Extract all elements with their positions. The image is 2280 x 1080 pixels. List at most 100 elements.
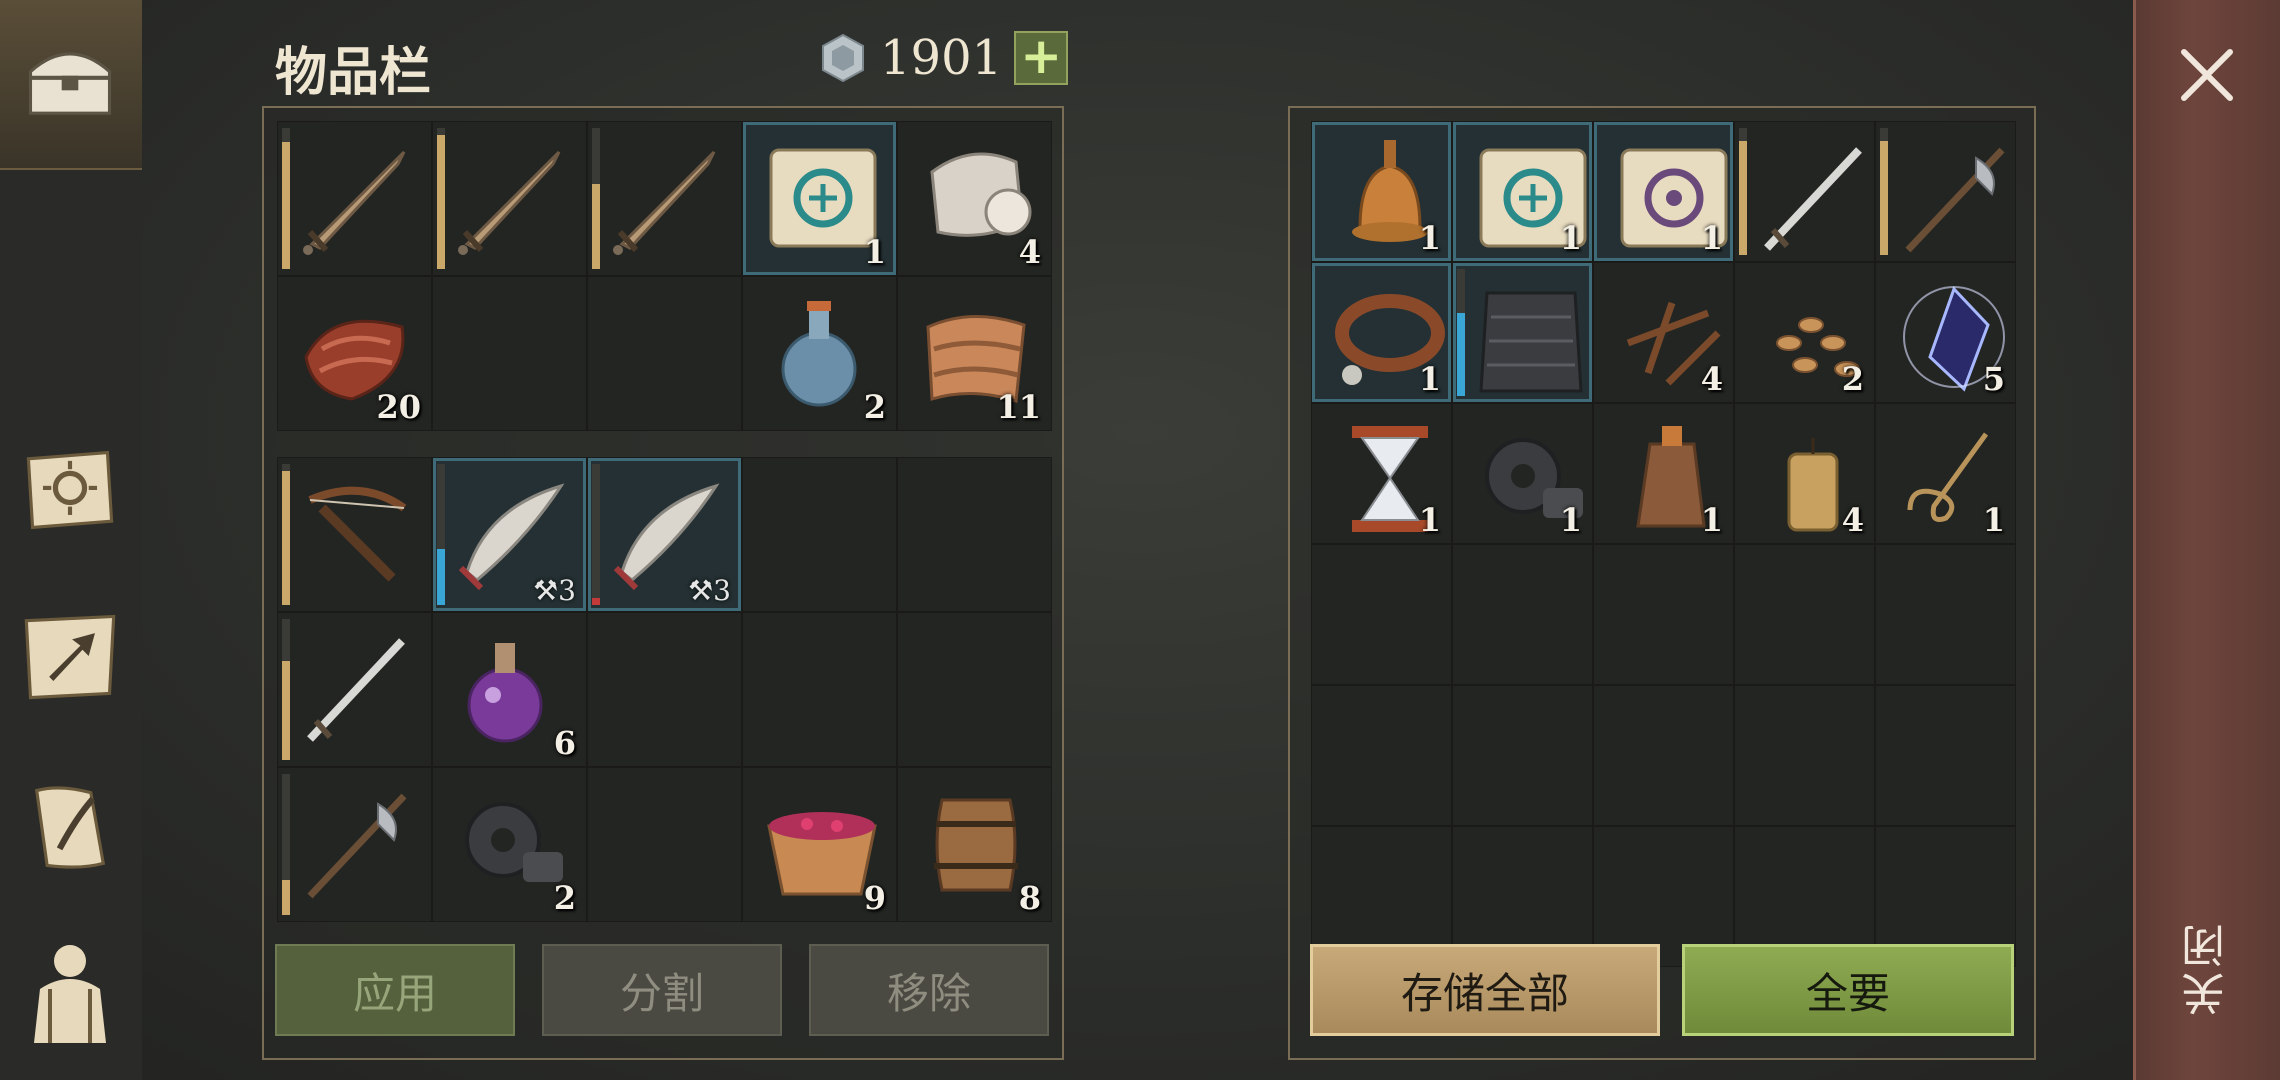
sword-icon <box>303 150 406 255</box>
item-count: 11 <box>996 388 1041 426</box>
inventory-slot[interactable] <box>897 457 1052 612</box>
durability-bar <box>437 128 445 269</box>
inventory-slot[interactable] <box>587 276 742 431</box>
backpack-icon[interactable] <box>14 938 126 1050</box>
inventory-grid-top: 1 4 20 2 11 <box>277 121 1052 431</box>
side-menu <box>0 0 142 1080</box>
inventory-slot[interactable]: ⚒3 <box>432 457 587 612</box>
item-count: 1 <box>1418 501 1441 539</box>
storage-slot[interactable]: 1 <box>1311 262 1452 403</box>
inventory-slot[interactable]: 1 <box>742 121 897 276</box>
durability-bar <box>282 774 290 915</box>
storage-slot[interactable] <box>1452 544 1593 685</box>
currency-amount: 1901 <box>880 30 1003 86</box>
chest-icon[interactable] <box>14 26 126 138</box>
store-all-button[interactable]: 存储全部 <box>1310 944 1660 1036</box>
storage-slot[interactable]: 1 <box>1875 403 2016 544</box>
sword-icon <box>458 150 561 255</box>
inventory-slot[interactable]: 2 <box>742 276 897 431</box>
split-button[interactable]: 分割 <box>542 944 782 1036</box>
inventory-slot[interactable]: 6 <box>432 612 587 767</box>
storage-slot[interactable] <box>1593 685 1734 826</box>
item-count: 1 <box>1418 219 1441 257</box>
storage-slot[interactable] <box>1452 685 1593 826</box>
crossbow-icon <box>308 486 407 582</box>
inventory-slot[interactable]: 9 <box>742 767 897 922</box>
inventory-slot[interactable] <box>587 767 742 922</box>
durability-bar <box>437 464 445 605</box>
durability-bar <box>1880 128 1888 255</box>
storage-slot[interactable] <box>1593 544 1734 685</box>
item-count: 2 <box>553 879 576 917</box>
storage-slot[interactable]: 2 <box>1734 262 1875 403</box>
item-count: 5 <box>1982 360 2005 398</box>
item-count: 1 <box>1559 219 1582 257</box>
map-arrow-icon[interactable] <box>14 600 126 712</box>
inventory-slot[interactable] <box>587 121 742 276</box>
inventory-grid-bottom: ⚒3 ⚒3 6 2 9 8 <box>277 457 1052 922</box>
inventory-title: 物品栏 <box>275 43 432 103</box>
storage-grid: 1 1 1 1 4 2 5 1 1 1 4 1 <box>1311 121 2016 967</box>
storage-slot[interactable]: 1 <box>1452 403 1593 544</box>
close-panel[interactable]: 关闭 <box>2133 0 2280 1080</box>
inventory-slot[interactable] <box>277 457 432 612</box>
storage-slot[interactable] <box>1452 262 1593 403</box>
durability-bar <box>282 128 290 269</box>
apply-button[interactable]: 应用 <box>275 944 515 1036</box>
currency-display: 1901 + <box>818 30 1069 86</box>
coin-icon <box>822 33 864 83</box>
storage-slot[interactable] <box>1734 121 1875 262</box>
storage-slot[interactable] <box>1311 685 1452 826</box>
halberd-icon <box>307 793 407 899</box>
storage-slot[interactable]: 5 <box>1875 262 2016 403</box>
storage-slot[interactable] <box>1734 544 1875 685</box>
chainmail-icon <box>1479 291 1583 393</box>
item-count: 2 <box>1841 360 1864 398</box>
inventory-slot[interactable] <box>277 767 432 922</box>
take-all-button[interactable]: 全要 <box>1682 944 2014 1036</box>
inventory-slot[interactable]: 2 <box>432 767 587 922</box>
sun-book-icon[interactable] <box>14 434 126 546</box>
inventory-slot[interactable] <box>277 121 432 276</box>
item-count: 6 <box>553 724 576 762</box>
storage-slot[interactable] <box>1875 121 2016 262</box>
storage-slot[interactable]: 1 <box>1311 121 1452 262</box>
inventory-slot[interactable]: 20 <box>277 276 432 431</box>
storage-slot[interactable] <box>1875 685 2016 826</box>
inventory-slot[interactable] <box>742 457 897 612</box>
storage-slot[interactable]: 1 <box>1452 121 1593 262</box>
inventory-slot[interactable] <box>277 612 432 767</box>
storage-slot[interactable]: 4 <box>1593 262 1734 403</box>
inventory-slot[interactable]: 4 <box>897 121 1052 276</box>
add-currency-button[interactable]: + <box>1014 31 1069 85</box>
inventory-slot[interactable] <box>587 612 742 767</box>
item-count: 4 <box>1018 233 1041 271</box>
storage-slot[interactable] <box>1734 685 1875 826</box>
longsword-icon <box>1764 147 1862 251</box>
inventory-slot[interactable] <box>432 121 587 276</box>
item-count: 2 <box>863 388 886 426</box>
storage-slot[interactable]: 1 <box>1593 403 1734 544</box>
remove-button[interactable]: 移除 <box>809 944 1049 1036</box>
item-level: ⚒3 <box>533 574 576 607</box>
halberd-icon <box>1905 147 2005 253</box>
item-count: 9 <box>863 879 886 917</box>
item-count: 1 <box>1559 501 1582 539</box>
inventory-slot[interactable] <box>897 612 1052 767</box>
durability-bar <box>1457 269 1465 396</box>
inventory-slot[interactable]: 11 <box>897 276 1052 431</box>
storage-slot[interactable]: 4 <box>1734 403 1875 544</box>
scroll-quill-icon[interactable] <box>14 772 126 884</box>
sword-icon <box>613 150 716 255</box>
storage-slot[interactable]: 1 <box>1311 403 1452 544</box>
storage-slot[interactable] <box>1875 544 2016 685</box>
inventory-slot[interactable] <box>742 612 897 767</box>
inventory-slot[interactable]: ⚒3 <box>587 457 742 612</box>
storage-slot[interactable]: 1 <box>1593 121 1734 262</box>
durability-bar <box>592 464 600 605</box>
inventory-slot[interactable]: 8 <box>897 767 1052 922</box>
close-icon[interactable] <box>2172 40 2242 110</box>
close-label[interactable]: 关闭 <box>2176 920 2240 1016</box>
storage-slot[interactable] <box>1311 544 1452 685</box>
inventory-slot[interactable] <box>432 276 587 431</box>
